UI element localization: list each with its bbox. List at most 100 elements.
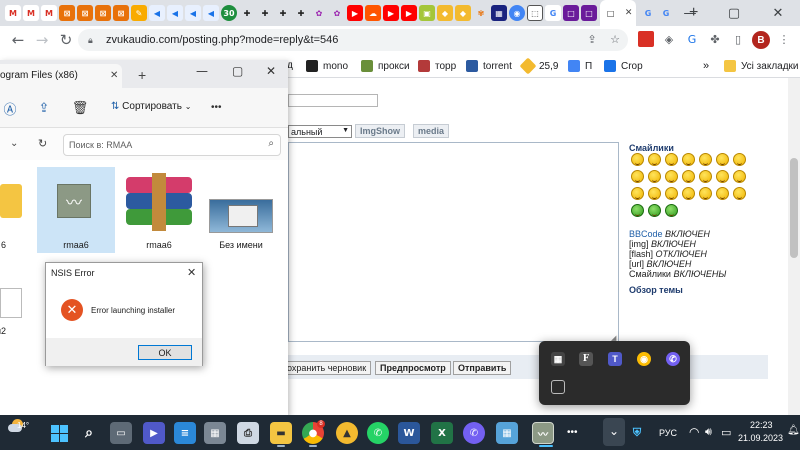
rename-icon[interactable]: Ⓐ xyxy=(2,100,18,118)
pencil-tab-icon[interactable]: ✎ xyxy=(131,5,147,21)
cross-tab-icon[interactable]: ✚ xyxy=(275,5,291,21)
sort-button[interactable]: ⇅ Сортировать ⌄ xyxy=(111,101,191,112)
bookmark-item[interactable]: Crop xyxy=(604,60,643,72)
square-tab-icon[interactable]: □ xyxy=(581,5,597,21)
language-indicator[interactable]: РУС xyxy=(659,428,677,438)
share-icon[interactable]: ⇪ xyxy=(36,100,52,116)
word-icon[interactable]: W xyxy=(398,422,420,444)
smiley-icon[interactable] xyxy=(716,187,729,200)
path-dropdown-icon[interactable]: ⌄ xyxy=(10,138,18,149)
excel-icon[interactable]: X xyxy=(431,422,453,444)
bookmark-item[interactable]: торр xyxy=(418,60,456,72)
notification-bell-icon[interactable]: 🔔︎ xyxy=(787,425,800,436)
explorer-tab-close-icon[interactable]: ✕ xyxy=(110,70,118,81)
explorer-search-input[interactable]: Поиск в: RMAA ⌕ xyxy=(63,134,281,156)
page-scrollbar[interactable] xyxy=(788,78,800,415)
omnibox[interactable]: 🔒︎ zvukaudio.com/posting.php?mode=reply&… xyxy=(78,29,628,51)
more-apps-button[interactable]: ••• xyxy=(567,427,578,438)
smiley-icon[interactable] xyxy=(733,187,746,200)
smiley-icon[interactable] xyxy=(665,204,678,217)
meet-icon[interactable]: ▶ xyxy=(143,422,165,444)
battery-icon[interactable]: ▭ xyxy=(721,426,731,439)
printer-icon[interactable]: ⎙ xyxy=(237,422,259,444)
explorer-minimize-button[interactable]: — xyxy=(196,64,208,78)
image-viewer-icon[interactable]: ▦ xyxy=(496,422,518,444)
bookmark-item[interactable]: П xyxy=(568,60,592,72)
smiley-icon[interactable] xyxy=(648,204,661,217)
font-tray-icon[interactable]: F xyxy=(579,352,593,366)
search-icon[interactable]: ⌕ xyxy=(78,422,100,444)
smiley-icon[interactable] xyxy=(682,187,695,200)
smiley-icon[interactable] xyxy=(665,153,678,166)
smiley-icon[interactable] xyxy=(733,153,746,166)
smiley-icon[interactable] xyxy=(699,187,712,200)
chrome-tray-icon[interactable]: ◉ xyxy=(637,352,651,366)
imgshow-button[interactable]: ImgShow xyxy=(355,124,405,138)
extension-red-icon[interactable] xyxy=(638,31,654,47)
binance-tab-icon[interactable]: ◆ xyxy=(437,5,453,21)
submit-button[interactable]: Отправить xyxy=(453,361,512,375)
calculator-icon[interactable]: ▦ xyxy=(204,422,226,444)
scrollbar-thumb[interactable] xyxy=(790,158,798,258)
message-textarea[interactable] xyxy=(288,142,619,342)
file-item-document[interactable]: ни2 xyxy=(0,282,42,342)
crop-tab-icon[interactable]: ⬚ xyxy=(527,5,543,21)
archive-app-icon[interactable]: ▲ xyxy=(336,422,358,444)
cross-tab-icon[interactable]: ✚ xyxy=(239,5,255,21)
subject-input[interactable] xyxy=(288,94,378,107)
android-tab-icon[interactable]: ▣ xyxy=(419,5,435,21)
explorer-maximize-button[interactable]: ▢ xyxy=(232,64,243,78)
badge-tab-icon[interactable]: 30 xyxy=(221,5,237,21)
google-tab-icon[interactable]: G xyxy=(640,5,656,21)
square-tab-icon[interactable]: □ xyxy=(563,5,579,21)
bookmark-item[interactable]: 25,9 xyxy=(519,57,558,75)
defender-shield-icon[interactable]: ⛨ xyxy=(630,426,644,440)
cross-tab-icon[interactable]: ✚ xyxy=(293,5,309,21)
smiley-icon[interactable] xyxy=(631,170,644,183)
clock-date[interactable]: 21.09.2023 xyxy=(738,433,783,443)
topic-overview-link[interactable]: Обзор темы xyxy=(629,285,683,295)
calculator-tray-icon[interactable]: ▦ xyxy=(551,352,565,366)
bookmark-tab-icon[interactable]: ⊠ xyxy=(59,5,75,21)
gmail-tab-icon[interactable]: M xyxy=(23,5,39,21)
start-windows-icon[interactable] xyxy=(48,422,70,444)
active-tab[interactable]: □ ✕ xyxy=(600,0,636,26)
smiley-icon[interactable] xyxy=(648,187,661,200)
share-icon[interactable]: ⇪ xyxy=(584,31,600,47)
explorer-new-tab-button[interactable]: + xyxy=(138,67,146,83)
profile-avatar[interactable]: B xyxy=(752,31,770,49)
browser-close-button[interactable]: ✕ xyxy=(756,0,800,26)
smiley-icon[interactable] xyxy=(665,187,678,200)
smiley-icon[interactable] xyxy=(631,153,644,166)
file-item-rmaa6-winrar[interactable]: rmaa6 xyxy=(120,167,198,253)
bookmark-star-icon[interactable]: ☆ xyxy=(607,31,623,47)
explorer-close-button[interactable]: ✕ xyxy=(266,64,276,78)
more-options-button[interactable]: ••• xyxy=(211,102,222,113)
sidepanel-icon[interactable]: ▯ xyxy=(730,31,746,47)
gmail-tab-icon[interactable]: M xyxy=(5,5,21,21)
smiley-icon[interactable] xyxy=(631,204,644,217)
smiley-icon[interactable] xyxy=(682,153,695,166)
refresh-icon[interactable]: ↻ xyxy=(38,137,47,150)
smiley-icon[interactable] xyxy=(648,170,661,183)
teams-tray-icon[interactable]: T xyxy=(608,352,622,366)
binance-tab-icon[interactable]: ◆ xyxy=(455,5,471,21)
extension-cube-icon[interactable]: ◈ xyxy=(661,31,677,47)
sound-tab-icon[interactable]: ◀ xyxy=(167,5,183,21)
bookmark-item[interactable]: прокси xyxy=(361,60,410,72)
reload-icon[interactable]: ↻ xyxy=(54,31,78,49)
volume-icon[interactable]: 🔊︎ xyxy=(705,425,712,439)
ok-button[interactable]: OK xyxy=(138,345,192,360)
bookmarks-overflow-button[interactable]: » xyxy=(703,60,709,72)
blank-tray-icon[interactable] xyxy=(551,380,565,394)
rmaa-app-taskbar-icon[interactable]: 〰 xyxy=(532,422,554,444)
viber-icon[interactable]: ✆ xyxy=(463,422,485,444)
bookmark-tab-icon[interactable]: ⊠ xyxy=(95,5,111,21)
wifi-icon[interactable]: ◠ xyxy=(689,425,699,439)
media-button[interactable]: media xyxy=(413,124,450,138)
delete-icon[interactable]: 🗑︎ xyxy=(72,100,89,116)
file-item-folder[interactable]: 6 xyxy=(0,168,42,252)
youtube-tab-icon[interactable]: ▶ xyxy=(401,5,417,21)
bookmark-item[interactable]: torrent xyxy=(466,60,512,72)
smiley-icon[interactable] xyxy=(665,170,678,183)
